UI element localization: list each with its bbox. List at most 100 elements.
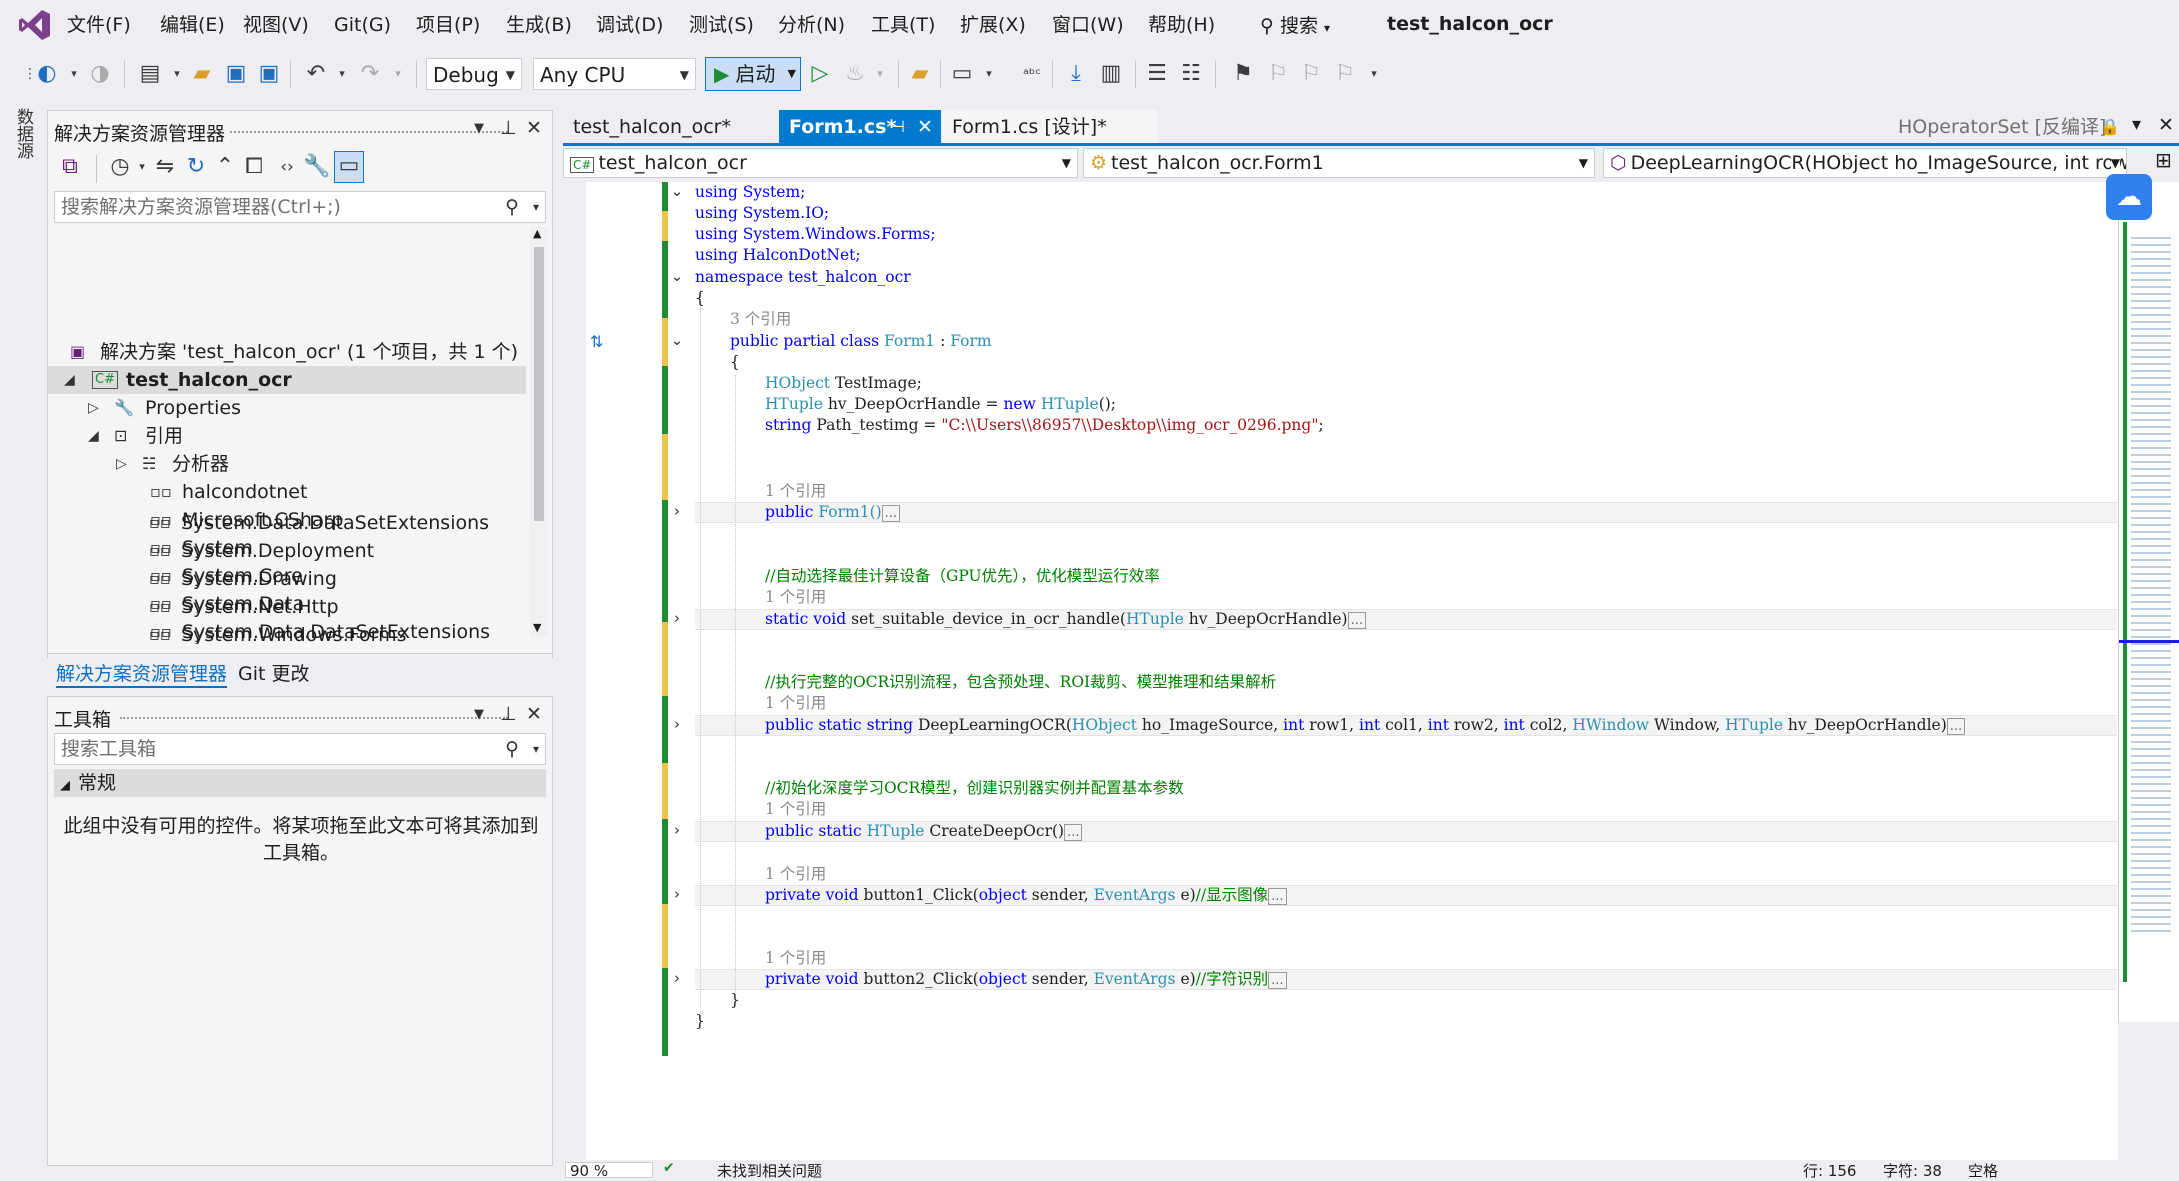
comment-lines-icon[interactable]: ☰	[1143, 60, 1171, 88]
show-all-files-icon[interactable]: ⧠	[240, 153, 268, 181]
tree-scrollbar[interactable]: ▲ ▼	[530, 227, 548, 637]
solution-configuration-select[interactable]: Debug ▼	[426, 58, 522, 90]
menu-tools[interactable]: 工具(T)	[871, 13, 935, 37]
close-icon[interactable]: ✕	[526, 703, 542, 725]
properties-wrench-icon[interactable]: 🔧	[303, 153, 331, 181]
fold-expand-icon[interactable]: ›	[668, 715, 686, 733]
menu-window[interactable]: 窗口(W)	[1052, 13, 1124, 37]
scroll-up-icon[interactable]: ▲	[533, 227, 541, 240]
codelens-references[interactable]: 1 个引用	[765, 693, 826, 714]
collapsed-region-button[interactable]: ...	[1347, 612, 1367, 629]
fold-expand-icon[interactable]: ›	[668, 969, 686, 987]
menu-view[interactable]: 视图(V)	[243, 13, 309, 37]
issues-status[interactable]: 未找到相关问题	[717, 1160, 822, 1181]
redo-dropdown-icon[interactable]: ▾	[384, 60, 412, 88]
preview-selected-items-icon[interactable]: ▭	[334, 151, 364, 183]
pin-tab-icon[interactable]: ⊣	[891, 110, 905, 144]
search-options-icon[interactable]: ▾	[533, 192, 539, 222]
class-nav-select[interactable]: ⚙ test_halcon_ocr.Form1 ▼	[1083, 148, 1595, 178]
browse-folder-icon[interactable]: ▰	[906, 60, 934, 88]
collapsed-region-button[interactable]: ...	[1064, 824, 1083, 841]
fold-expand-icon[interactable]: ›	[668, 821, 686, 839]
spell-check-icon[interactable]: ᵃᵇᶜ	[1018, 60, 1046, 88]
menu-debug[interactable]: 调试(D)	[596, 13, 663, 37]
layout-dropdown-icon[interactable]: ▾	[975, 60, 1003, 88]
codelens-override-icon[interactable]: ⇅	[590, 332, 603, 351]
project-nav-select[interactable]: C# test_halcon_ocr ▼	[563, 148, 1078, 178]
close-icon[interactable]: ✕	[526, 117, 542, 139]
toolbar-overflow-icon[interactable]: ▾	[1360, 60, 1388, 88]
save-icon[interactable]: ▣	[222, 60, 250, 88]
menu-help[interactable]: 帮助(H)	[1148, 13, 1215, 37]
data-sources-side-tab[interactable]: 数据源	[8, 108, 36, 168]
fold-expand-icon[interactable]: ›	[668, 502, 686, 520]
switch-views-icon[interactable]: ⧉	[56, 153, 84, 181]
line-number[interactable]: 行: 156	[1803, 1160, 1856, 1181]
refresh-icon[interactable]: ↻	[182, 153, 210, 181]
new-dropdown-icon[interactable]: ▾	[163, 60, 191, 88]
hot-reload-icon[interactable]: ♨	[841, 60, 869, 88]
panel-options-icon[interactable]: ▼	[474, 121, 484, 136]
redo-icon[interactable]: ↷	[356, 60, 384, 88]
scroll-down-icon[interactable]: ▼	[533, 621, 541, 634]
code-editor[interactable]	[586, 182, 2118, 1160]
split-editor-icon[interactable]: ⊞	[2155, 148, 2172, 172]
tab-form1-designer[interactable]: Form1.cs [设计]*	[942, 110, 1157, 144]
new-project-icon[interactable]: ▤	[136, 60, 164, 88]
toolbox-search-input[interactable]: 搜索工具箱 ⚲ ▾	[54, 733, 546, 765]
menu-git[interactable]: Git(G)	[334, 13, 391, 37]
tab-form1-code[interactable]: Form1.cs* ⊣ ✕	[779, 110, 941, 144]
bookmark-icon[interactable]: ⚑	[1229, 60, 1257, 88]
solution-explorer-search-input[interactable]: 搜索解决方案资源管理器(Ctrl+;) ⚲ ▾	[54, 191, 546, 223]
close-icon[interactable]: ✕	[2158, 114, 2174, 136]
codelens-references[interactable]: 1 个引用	[765, 948, 826, 969]
search-options-icon[interactable]: ▾	[533, 734, 539, 764]
navigate-forward-icon[interactable]: ◑	[86, 60, 114, 88]
next-bookmark-icon[interactable]: ⚐	[1297, 60, 1325, 88]
step-into-icon[interactable]: ⤓	[1062, 60, 1090, 88]
navigate-back-icon[interactable]: ◐	[33, 60, 61, 88]
tree-item-reference[interactable]: ▫▫ System.Data.DataSetExtensions	[47, 509, 525, 537]
codelens-references[interactable]: 1 个引用	[765, 481, 826, 502]
solution-platform-select[interactable]: Any CPU ▼	[533, 58, 696, 90]
whitespace-mode[interactable]: 空格	[1968, 1160, 1998, 1181]
tree-item-reference[interactable]: ▫▫ System.Drawing	[47, 565, 525, 593]
fold-expand-icon[interactable]: ›	[668, 609, 686, 627]
member-nav-select[interactable]: ⬡ DeepLearningOCR(HObject ho_ImageSource,…	[1603, 148, 2127, 178]
collapsed-region-button[interactable]: ...	[1268, 888, 1287, 905]
codelens-references[interactable]: 1 个引用	[765, 587, 826, 608]
search-menu[interactable]: ⚲ 搜索 ▾	[1260, 11, 1330, 38]
close-tab-icon[interactable]: ✕	[917, 110, 933, 144]
collapsed-region-button[interactable]: ...	[1268, 972, 1287, 989]
undo-dropdown-icon[interactable]: ▾	[328, 60, 356, 88]
zoom-select[interactable]: 90 %	[565, 1162, 653, 1179]
open-folder-icon[interactable]: ▰	[188, 60, 216, 88]
fold-collapse-icon[interactable]: ⌄	[668, 182, 686, 200]
menu-analyze[interactable]: 分析(N)	[778, 13, 845, 37]
codelens-references[interactable]: 3 个引用	[730, 309, 791, 330]
toolbox-group-general[interactable]: ◢ 常规	[54, 769, 546, 797]
window-layout-icon[interactable]: ▭	[948, 60, 976, 88]
fold-collapse-icon[interactable]: ⌄	[668, 331, 686, 349]
menu-project[interactable]: 项目(P)	[416, 13, 480, 37]
pin-icon[interactable]: ⊥	[500, 117, 517, 139]
tab-solution-explorer[interactable]: 解决方案资源管理器	[56, 659, 228, 688]
copilot-assistant-icon[interactable]: ☁	[2106, 174, 2152, 220]
visual-studio-logo-icon[interactable]	[18, 8, 52, 42]
tab-hoperatorset-decompiled[interactable]: HOperatorSet [反编译] 🔒	[1888, 110, 2128, 144]
menu-file[interactable]: 文件(F)	[67, 13, 131, 37]
char-number[interactable]: 字符: 38	[1883, 1160, 1942, 1181]
menu-extensions[interactable]: 扩展(X)	[960, 13, 1026, 37]
start-without-debugging-icon[interactable]: ▷	[806, 60, 834, 88]
codelens-references[interactable]: 1 个引用	[765, 864, 826, 885]
undo-icon[interactable]: ↶	[302, 60, 330, 88]
tab-project-properties[interactable]: test_halcon_ocr*	[563, 110, 778, 144]
view-code-icon[interactable]: ‹›	[273, 153, 301, 181]
tab-overflow-icon[interactable]: ▾	[2132, 114, 2141, 135]
tree-item-reference[interactable]: ▫▫ System.Deployment	[47, 537, 525, 565]
start-dropdown-icon[interactable]: ▼	[788, 58, 796, 90]
hot-reload-dropdown-icon[interactable]: ▾	[866, 60, 894, 88]
collapsed-region-button[interactable]: ...	[881, 505, 901, 522]
menu-test[interactable]: 测试(S)	[689, 13, 754, 37]
tree-item-reference[interactable]: ▫▫ System.Net.Http	[47, 593, 525, 621]
